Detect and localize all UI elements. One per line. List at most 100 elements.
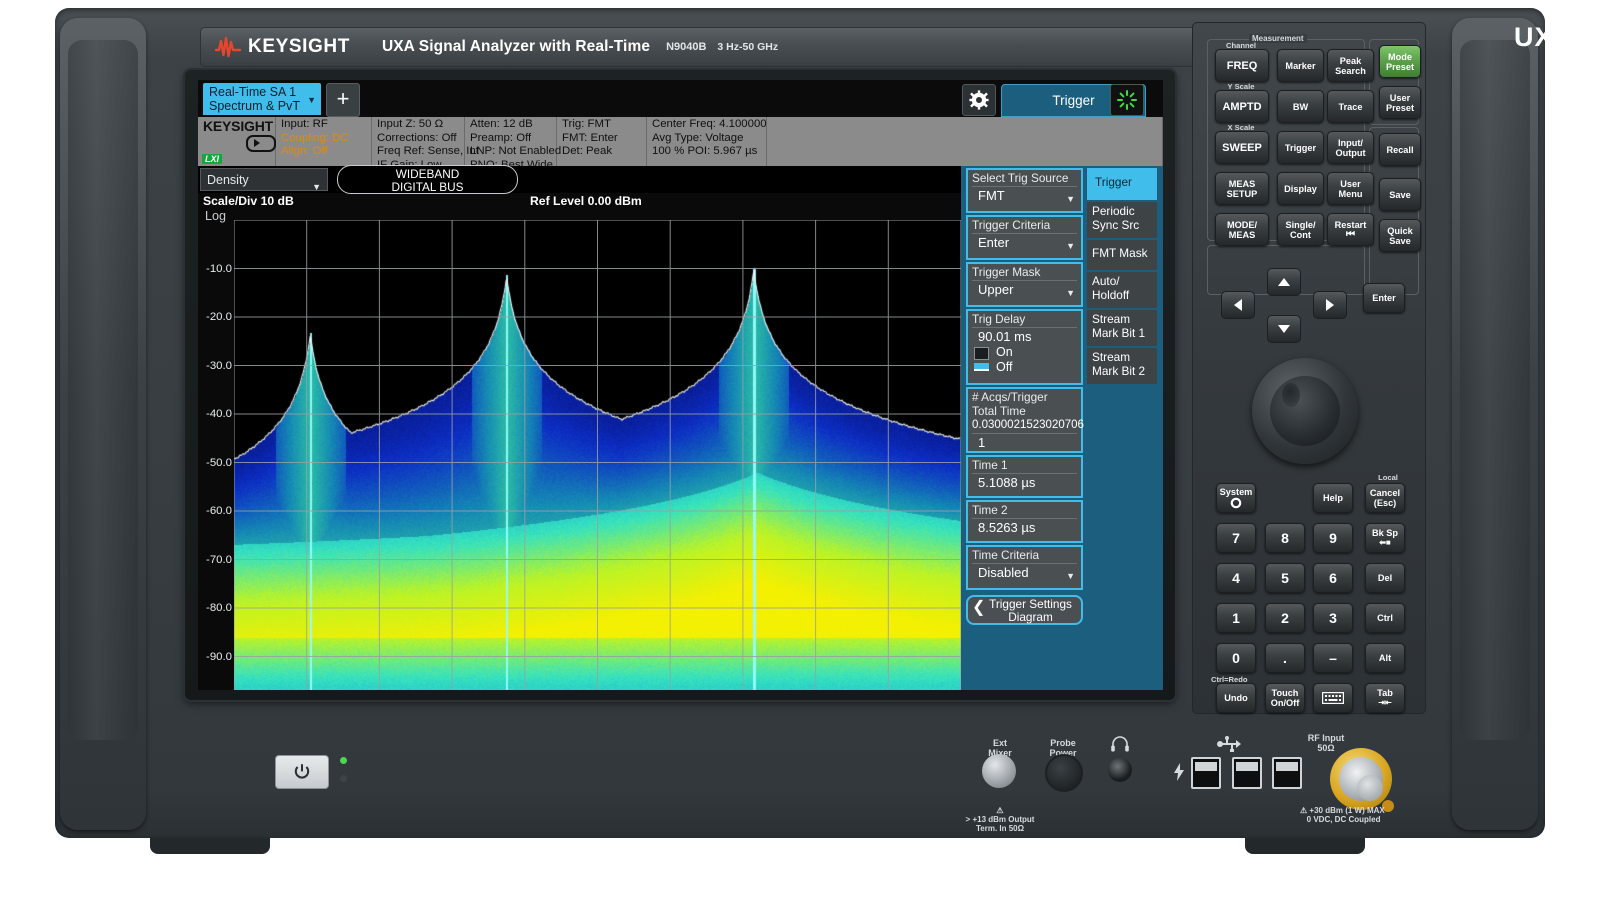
key-input-output[interactable]: Input/Output: [1327, 131, 1374, 164]
menu-button-periodic-sync-src[interactable]: PeriodicSync Src: [1087, 202, 1157, 238]
key-user-preset[interactable]: UserPreset: [1379, 86, 1421, 119]
menu-button-auto-holdoff[interactable]: Auto/Holdoff: [1087, 272, 1157, 308]
foot-right: [1245, 838, 1365, 854]
key-undo[interactable]: Undo: [1216, 683, 1256, 713]
menu-line1: Auto/: [1092, 274, 1157, 288]
key-tab[interactable]: Tab⇥⇤: [1365, 683, 1405, 713]
key-amptd[interactable]: AMPTD: [1215, 90, 1269, 123]
key-7[interactable]: 7: [1216, 523, 1256, 553]
key-help[interactable]: Help: [1313, 483, 1353, 513]
card-value[interactable]: 1: [972, 433, 1077, 451]
power-button[interactable]: [275, 755, 329, 789]
card-time-criteria[interactable]: Time Criteria Disabled▼: [966, 545, 1083, 590]
key-recall[interactable]: Recall: [1379, 133, 1421, 166]
card-time-2[interactable]: Time 2 8.5263 µs: [966, 500, 1083, 543]
key-decimal[interactable]: .: [1265, 643, 1305, 673]
key-touch-on-off[interactable]: TouchOn/Off: [1265, 683, 1305, 713]
key-6[interactable]: 6: [1313, 563, 1353, 593]
measurement-activity-button[interactable]: [1110, 84, 1144, 116]
key-restart[interactable]: Restart⏮: [1327, 213, 1374, 246]
key-freq[interactable]: FREQ: [1215, 49, 1269, 82]
card-select-trig-source[interactable]: Select Trig Source FMT▼: [966, 168, 1083, 213]
key-cancel-esc[interactable]: Cancel(Esc): [1365, 483, 1405, 513]
menu-button-trigger[interactable]: Trigger: [1087, 168, 1157, 200]
key-0[interactable]: 0: [1216, 643, 1256, 673]
product-freq-range: 3 Hz-50 GHz: [717, 41, 778, 53]
key-4[interactable]: 4: [1216, 563, 1256, 593]
power-led-green: [340, 757, 347, 764]
headphone-jack[interactable]: [1108, 758, 1132, 782]
key-8[interactable]: 8: [1265, 523, 1305, 553]
card-acqs-per-trigger[interactable]: # Acqs/Trigger Total Time 0.030002152302…: [966, 387, 1083, 453]
key-display[interactable]: Display: [1277, 172, 1324, 205]
card-value[interactable]: Enter▼: [972, 233, 1077, 251]
product-name: UXA Signal Analyzer with Real-Time: [382, 38, 650, 56]
key-5[interactable]: 5: [1265, 563, 1305, 593]
card-trigger-mask[interactable]: Trigger Mask Upper▼: [966, 262, 1083, 307]
arrow-left-button[interactable]: [1221, 291, 1255, 319]
add-tab-button[interactable]: +: [326, 83, 360, 117]
card-value[interactable]: Upper▼: [972, 280, 1077, 298]
card-title: Trigger Criteria: [968, 217, 1081, 232]
key-quick-save[interactable]: QuickSave: [1379, 219, 1421, 252]
card-value[interactable]: 90.01 ms: [972, 327, 1077, 345]
key-enter[interactable]: Enter: [1363, 283, 1405, 313]
key-9[interactable]: 9: [1313, 523, 1353, 553]
y-axis-tick: -60.0: [206, 505, 232, 517]
rotary-knob[interactable]: [1252, 358, 1358, 464]
ext-mixer-connector[interactable]: [982, 754, 1016, 788]
rf-input-connector[interactable]: [1330, 748, 1392, 810]
trigger-settings-diagram-button[interactable]: ❮ Trigger Settings Diagram: [966, 595, 1083, 625]
arrow-right-button[interactable]: [1313, 291, 1347, 319]
usb-port-1[interactable]: [1191, 757, 1221, 789]
card-value[interactable]: 8.5263 µs: [972, 518, 1077, 536]
menu-button-stream-mark-bit-2[interactable]: StreamMark Bit 2: [1087, 348, 1157, 384]
card-value[interactable]: Disabled▼: [972, 563, 1077, 581]
key-trigger[interactable]: Trigger: [1277, 131, 1324, 164]
key-sweep[interactable]: SWEEP: [1215, 131, 1269, 164]
card-value[interactable]: FMT▼: [972, 186, 1077, 204]
status-line: Trig: FMT: [562, 118, 641, 132]
key-user-menu[interactable]: UserMenu: [1327, 172, 1374, 205]
key-single-cont[interactable]: Single/Cont: [1277, 213, 1324, 246]
card-value[interactable]: 5.1088 µs: [972, 473, 1077, 491]
spectrum-density-plot[interactable]: [234, 220, 961, 690]
card-time-1[interactable]: Time 1 5.1088 µs: [966, 455, 1083, 498]
status-line: Preamp: Off: [470, 132, 551, 146]
card-trig-delay[interactable]: Trig Delay 90.01 ms On Off: [966, 309, 1083, 385]
key-backspace[interactable]: Bk Sp⬅■: [1365, 523, 1405, 553]
probe-power-connector[interactable]: [1045, 754, 1083, 792]
key-system[interactable]: System: [1216, 483, 1256, 513]
key-bw[interactable]: BW: [1277, 90, 1324, 123]
status-cell-impedance: Input Z: 50 Ω Corrections: Off Freq Ref:…: [372, 117, 465, 166]
key-trace[interactable]: Trace: [1327, 90, 1374, 123]
key-del[interactable]: Del: [1365, 563, 1405, 593]
arrow-up-button[interactable]: [1267, 268, 1301, 296]
key-keyboard[interactable]: [1313, 683, 1353, 713]
usb-port-2[interactable]: [1232, 757, 1262, 789]
card-trigger-criteria[interactable]: Trigger Criteria Enter▼: [966, 215, 1083, 260]
arrow-down-icon: [1277, 324, 1291, 334]
density-dropdown[interactable]: Density ▼: [200, 168, 328, 191]
menu-button-fmt-mask[interactable]: FMT Mask: [1087, 240, 1157, 270]
menu-button-stream-mark-bit-1[interactable]: StreamMark Bit 1: [1087, 310, 1157, 346]
tab-real-time-sa-1[interactable]: Real-Time SA 1 Spectrum & PvT ▼: [203, 83, 321, 115]
key-ctrl[interactable]: Ctrl: [1365, 603, 1405, 633]
key-mode-meas[interactable]: MODE/MEAS: [1215, 213, 1269, 246]
trig-delay-toggle[interactable]: On Off: [972, 346, 1077, 376]
key-mode-preset[interactable]: ModePreset: [1379, 45, 1421, 78]
key-alt[interactable]: Alt: [1365, 643, 1405, 673]
key-peak-search[interactable]: PeakSearch: [1327, 49, 1374, 82]
key-save[interactable]: Save: [1379, 178, 1421, 211]
arrow-down-button[interactable]: [1267, 315, 1301, 343]
key-3[interactable]: 3: [1313, 603, 1353, 633]
chevron-down-icon[interactable]: ▼: [307, 95, 316, 105]
usb-port-3[interactable]: [1272, 757, 1302, 789]
key-meas-setup[interactable]: MEASSETUP: [1215, 172, 1269, 205]
display-screen-icon: [246, 135, 276, 152]
key-marker[interactable]: Marker: [1277, 49, 1324, 82]
key-1[interactable]: 1: [1216, 603, 1256, 633]
key-2[interactable]: 2: [1265, 603, 1305, 633]
settings-gear-button[interactable]: [962, 84, 996, 116]
key-minus[interactable]: –: [1313, 643, 1353, 673]
